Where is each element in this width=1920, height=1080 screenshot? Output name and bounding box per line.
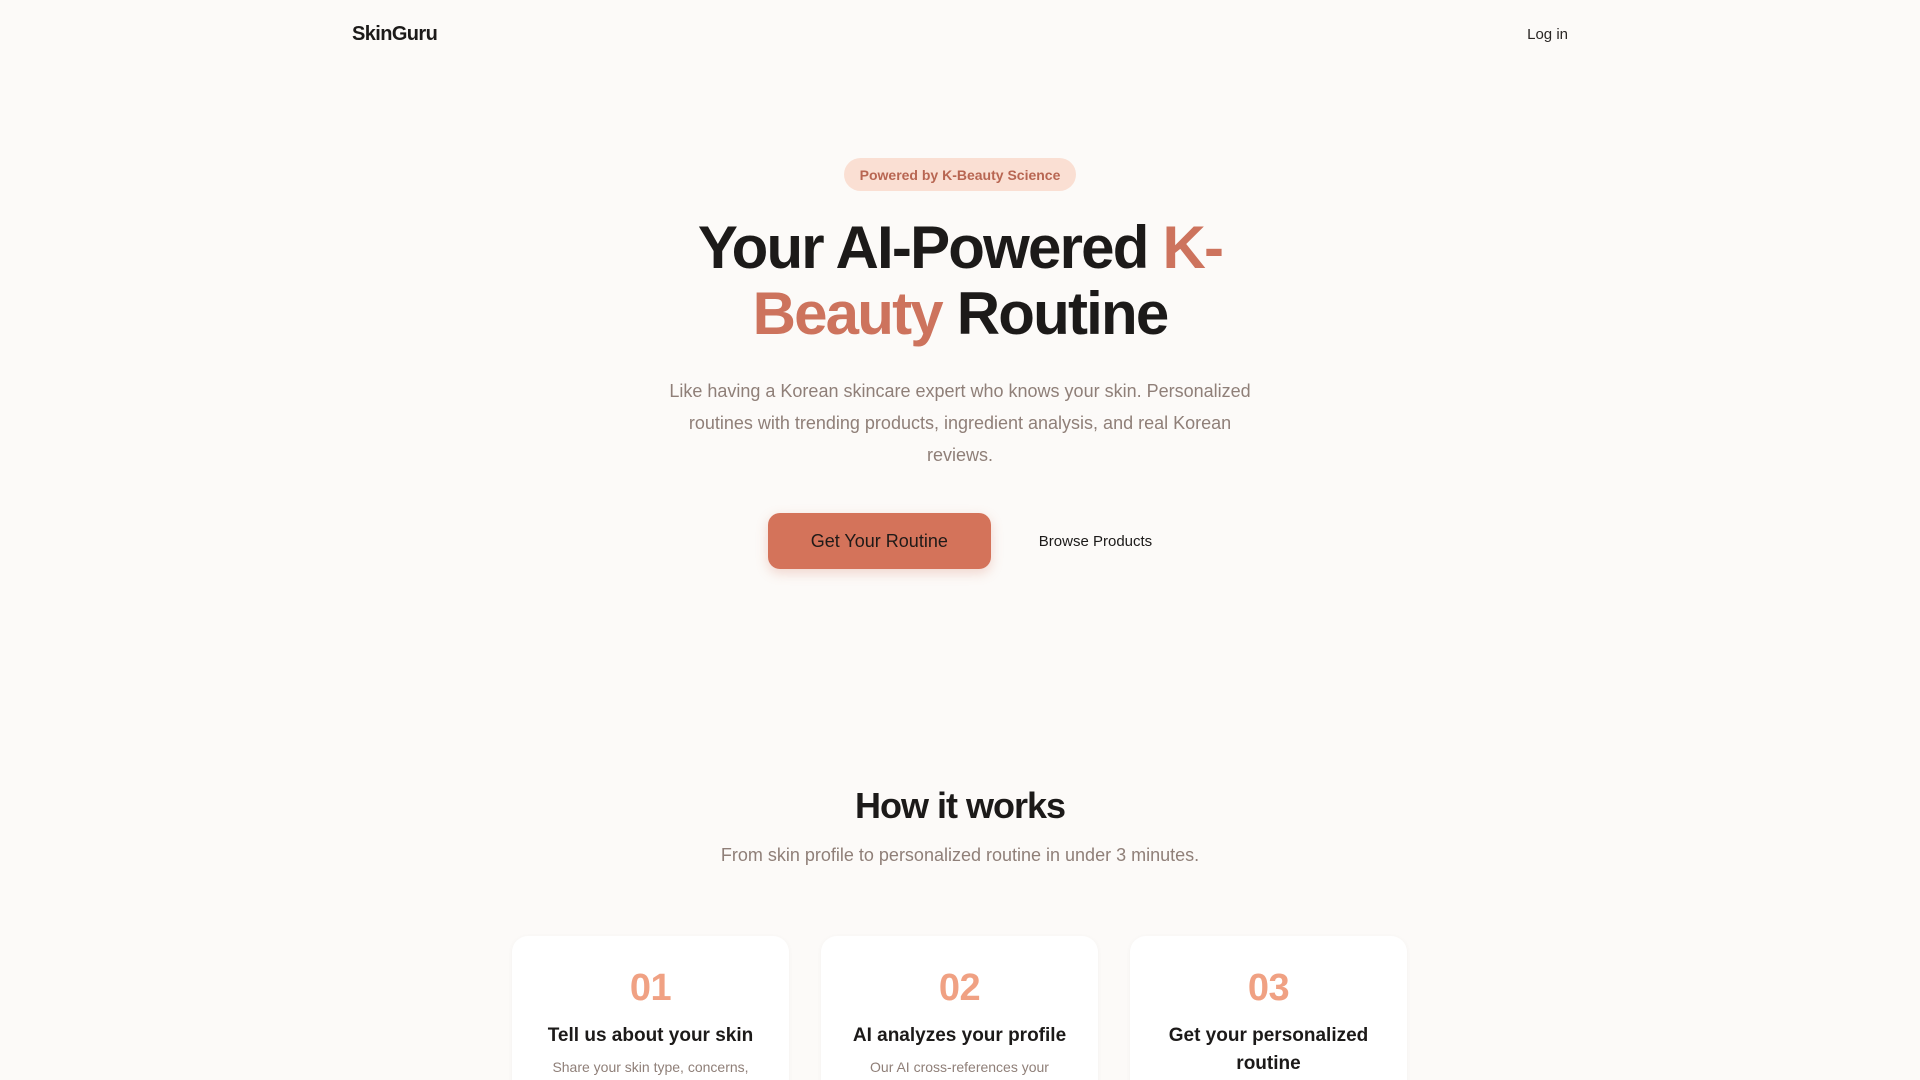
how-it-works-section: How it works From skin profile to person…: [0, 785, 1920, 866]
headline-part-2: Routine: [941, 280, 1170, 347]
hero-badge: Powered by K-Beauty Science: [843, 158, 1077, 191]
step-title: Get your personalized routine: [1168, 1025, 1369, 1074]
step-number: 02: [938, 967, 981, 1009]
step-description: Our AI cross-references your: [870, 1059, 1049, 1075]
step-card-1: 01 Tell us about your skin Share your sk…: [512, 936, 789, 1080]
steps-list: 01 Tell us about your skin Share your sk…: [512, 936, 1407, 1080]
landing-page: SkinGuru Log in Powered by K-Beauty Scie…: [0, 0, 1920, 1080]
how-it-works-subtitle: From skin profile to personalized routin…: [720, 845, 1200, 865]
top-nav: SkinGuru Log in: [352, 0, 1568, 68]
how-it-works-title: How it works: [854, 785, 1066, 826]
step-card-2: 02 AI analyzes your profile Our AI cross…: [821, 936, 1098, 1080]
browse-products-button[interactable]: Browse Products: [1039, 533, 1152, 550]
get-routine-button[interactable]: Get Your Routine: [767, 513, 991, 569]
step-title: AI analyzes your profile: [852, 1025, 1067, 1046]
headline-part-1: Your AI-Powered: [697, 214, 1163, 281]
hero-headline: Your AI-Powered K-Beauty Routine: [650, 215, 1270, 347]
step-title: Tell us about your skin: [547, 1025, 754, 1046]
hero-subtitle: Like having a Korean skincare expert who…: [669, 381, 1251, 465]
step-description: Share your skin type, concerns,: [552, 1059, 749, 1075]
hero-cta-group: Get Your Routine Browse Products: [767, 513, 1152, 569]
login-link[interactable]: Log in: [1527, 26, 1568, 43]
brand-logo[interactable]: SkinGuru: [352, 23, 438, 46]
step-number: 01: [629, 967, 672, 1009]
step-card-3: 03 Get your personalized routine: [1130, 936, 1407, 1080]
hero-section: Powered by K-Beauty Science Your AI-Powe…: [0, 158, 1920, 569]
step-number: 03: [1247, 967, 1290, 1009]
